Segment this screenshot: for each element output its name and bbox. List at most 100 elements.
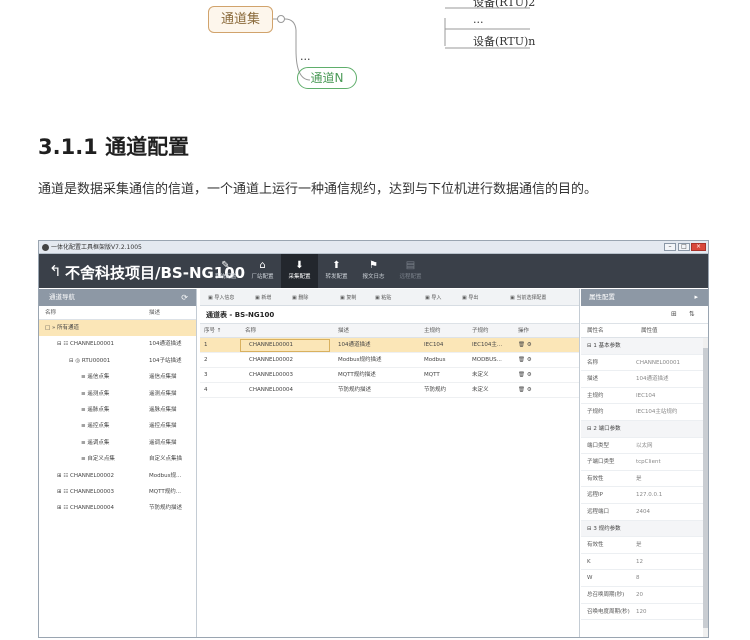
property-name: 远程IP: [587, 492, 603, 499]
tree-item[interactable]: ⊞ ☷ CHANNEL00002 Modbus规...: [39, 468, 196, 484]
property-group[interactable]: ⊟ 3 规约参数: [581, 520, 708, 538]
nav-item-1[interactable]: ⌂ 厂站配置: [244, 254, 281, 288]
tree-item[interactable]: ⊞ ☷ CHANNEL00003 MQTT规约...: [39, 484, 196, 500]
back-icon[interactable]: ↰: [49, 262, 62, 280]
toolbar-button[interactable]: ▣ 导入: [425, 294, 441, 301]
toolbar-button[interactable]: ▣ 当前选择配置: [510, 294, 546, 301]
tree-item[interactable]: ≡ 遥调点集 遥调点集描: [39, 435, 196, 451]
toolbar-button[interactable]: ▣ 导出: [462, 294, 478, 301]
property-value[interactable]: 104通道描述: [636, 371, 669, 387]
property-row[interactable]: 远程端口 2404: [581, 504, 708, 521]
property-name: 子规约: [587, 409, 604, 416]
minimize-button[interactable]: –: [664, 243, 676, 251]
column-header[interactable]: 序号 ↑: [204, 324, 221, 338]
property-row[interactable]: 描述 104通道描述: [581, 371, 708, 388]
property-row[interactable]: 召唤电度周期(秒) 120: [581, 604, 708, 621]
property-row[interactable]: 子规约 IEC104主站规约: [581, 404, 708, 421]
property-row[interactable]: 端口类型 以太网: [581, 438, 708, 455]
sort-category-icon[interactable]: ⊞: [671, 310, 677, 318]
property-row[interactable]: 子端口类型 tcpClient: [581, 454, 708, 471]
property-group[interactable]: ⊟ 1 基本参数: [581, 338, 708, 355]
tree-item-desc: 遥测点集描: [149, 390, 177, 397]
tree-item-label: ≡ 遥信点集: [81, 374, 110, 381]
tree-item-desc: 遥调点集描: [149, 439, 177, 446]
row-actions[interactable]: 🗑 ⚙: [518, 368, 532, 383]
property-name: 端口类型: [587, 442, 610, 449]
table-row[interactable]: 1 CHANNEL00001 104通道描述 IEC104 IEC104主... 🗑 ⚙: [200, 338, 579, 353]
property-value[interactable]: 127.0.0.1: [636, 487, 662, 503]
property-group[interactable]: ⊟ 2 端口参数: [581, 420, 708, 438]
nav-item-3[interactable]: ⬆ 转发配置: [318, 254, 355, 288]
property-row[interactable]: 名称 CHANNEL00001: [581, 355, 708, 372]
tree-item[interactable]: ≡ 自定义点集 自定义点集描: [39, 451, 196, 467]
col-name: 名称: [45, 310, 57, 316]
property-name: W: [587, 575, 593, 582]
toolbar-button[interactable]: ▣ 新增: [255, 294, 271, 301]
row-actions[interactable]: 🗑 ⚙: [518, 383, 532, 398]
tree-item[interactable]: □ » 所有通道: [39, 320, 196, 337]
property-value[interactable]: 是: [636, 537, 642, 553]
tree-item[interactable]: ≡ 遥测点集 遥测点集描: [39, 386, 196, 402]
property-value[interactable]: tcpClient: [636, 454, 661, 470]
property-row[interactable]: 总召唤周期(秒) 20: [581, 587, 708, 604]
column-header[interactable]: 主规约: [424, 324, 441, 338]
nav-item-0[interactable]: ✎ 系统配置: [207, 254, 244, 288]
property-value[interactable]: 12: [636, 554, 643, 570]
row-actions[interactable]: 🗑 ⚙: [518, 353, 532, 368]
property-value[interactable]: IEC104主站规约: [636, 404, 677, 420]
property-value[interactable]: 8: [636, 570, 640, 586]
property-value[interactable]: 2404: [636, 504, 650, 520]
toolbar-button[interactable]: ▣ 粘贴: [375, 294, 391, 301]
scrollbar-thumb[interactable]: [703, 348, 708, 628]
table-row[interactable]: 3 CHANNEL00003 MQTT规约描述 MQTT 未定义 🗑 ⚙: [200, 368, 579, 383]
tree-item[interactable]: ≡ 遥控点集 遥控点集描: [39, 418, 196, 434]
row-actions[interactable]: 🗑 ⚙: [518, 338, 532, 353]
property-scrollbar[interactable]: [703, 338, 708, 637]
property-name: 总召唤周期(秒): [587, 591, 625, 598]
column-header[interactable]: 名称: [245, 324, 256, 338]
table-row[interactable]: 4 CHANNEL00004 节防规约描述 节防规约 未定义 🗑 ⚙: [200, 383, 579, 398]
property-row[interactable]: W8: [581, 570, 708, 587]
property-row[interactable]: 主规约 IEC104: [581, 388, 708, 405]
tree-item[interactable]: ⊟ ☷ CHANNEL00001 104通道描述: [39, 336, 196, 352]
property-row[interactable]: 有效性 是: [581, 471, 708, 488]
table-cell: MQTT: [424, 372, 440, 378]
tree-item[interactable]: ⊟ ◎ RTU00001 104子站描述: [39, 353, 196, 369]
table-cell: CHANNEL00002: [249, 357, 294, 363]
toolbar-button[interactable]: ▣ 复制: [340, 294, 356, 301]
toolbar-button[interactable]: ▣ 删除: [292, 294, 308, 301]
property-value[interactable]: 120: [636, 604, 647, 620]
table-toolbar: ▣ 导入信息 ▣ 新增 ▣ 删除 ▣ 复制 ▣ 粘贴 ▣ 导入 ▣ 导出 ▣ 当前选择配置: [200, 289, 579, 306]
property-row[interactable]: K 12: [581, 554, 708, 571]
toolbar-button[interactable]: ▣ 导入信息: [208, 294, 234, 301]
close-button[interactable]: ×: [691, 243, 706, 251]
property-value[interactable]: 是: [636, 471, 642, 487]
nav-item-5[interactable]: ▤ 远程配置: [392, 254, 429, 288]
table-cell: 4: [204, 387, 208, 393]
property-name: 召唤电度周期(秒): [587, 608, 630, 615]
nav-item-4[interactable]: ⚑ 报文日志: [355, 254, 392, 288]
property-value[interactable]: CHANNEL00001: [636, 355, 680, 371]
property-value[interactable]: 20: [636, 587, 643, 603]
property-value[interactable]: IEC104: [636, 388, 655, 404]
collapse-arrow-icon[interactable]: ▸: [694, 289, 698, 306]
refresh-icon[interactable]: ⟳: [181, 289, 188, 306]
property-value[interactable]: 以太网: [636, 438, 653, 454]
tree-item[interactable]: ≡ 遥信点集 遥信点集描: [39, 369, 196, 385]
property-row[interactable]: 有效性 是: [581, 537, 708, 554]
property-name: 远程端口: [587, 508, 610, 515]
diagram-ellipsis: ...: [300, 50, 311, 63]
column-header[interactable]: 描述: [338, 324, 349, 338]
col-desc: 描述: [149, 310, 161, 316]
maximize-button[interactable]: □: [678, 243, 690, 251]
tree-item[interactable]: ≡ 遥脉点集 遥脉点集描: [39, 402, 196, 418]
tree-item[interactable]: ⊞ ☷ CHANNEL00004 节防规约描述: [39, 500, 196, 516]
device-ellipsis: ...: [473, 13, 484, 26]
nav-item-2[interactable]: ⬇ 采集配置: [281, 254, 318, 288]
sort-alpha-icon[interactable]: ⇅: [689, 310, 695, 318]
property-row[interactable]: 远程IP 127.0.0.1: [581, 487, 708, 504]
column-header[interactable]: 操作: [518, 324, 529, 338]
property-title: 属性配置: [589, 293, 615, 301]
table-row[interactable]: 2 CHANNEL00002 Modbus规约描述 Modbus MODBUS... 🗑 …: [200, 353, 579, 368]
column-header[interactable]: 子规约: [472, 324, 489, 338]
